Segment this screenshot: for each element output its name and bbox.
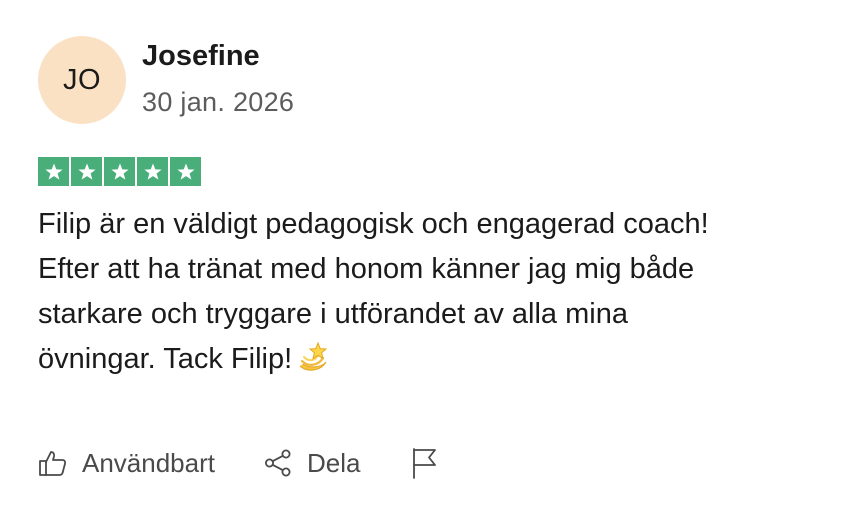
share-label: Dela (306, 447, 361, 478)
star-icon (137, 157, 168, 186)
share-button[interactable]: Dela (263, 448, 360, 479)
useful-label: Användbart (82, 447, 215, 478)
avatar: JO (38, 36, 126, 124)
star-icon (38, 157, 69, 186)
star-icon (170, 157, 201, 186)
flag-icon (410, 447, 438, 479)
avatar-initials: JO (62, 63, 102, 96)
star-icon (71, 157, 102, 186)
star-icon (104, 157, 135, 186)
review-actions: Användbart Dela (38, 440, 438, 486)
review-body: Filip är en väldigt pedagogisk och engag… (38, 202, 738, 388)
star-rating (38, 157, 201, 186)
useful-button[interactable]: Användbart (38, 448, 215, 479)
report-button[interactable] (410, 447, 438, 479)
thumbs-up-icon (38, 448, 68, 478)
dizzy-star-icon (296, 340, 330, 388)
review-date: 30 jan. 2026 (142, 87, 295, 117)
share-icon (263, 448, 293, 478)
review-text: Filip är en väldigt pedagogisk och engag… (38, 208, 709, 375)
reviewer-name[interactable]: Josefine (142, 38, 260, 74)
review-card: JO Josefine 30 jan. 2026 Filip är en väl… (0, 0, 860, 516)
